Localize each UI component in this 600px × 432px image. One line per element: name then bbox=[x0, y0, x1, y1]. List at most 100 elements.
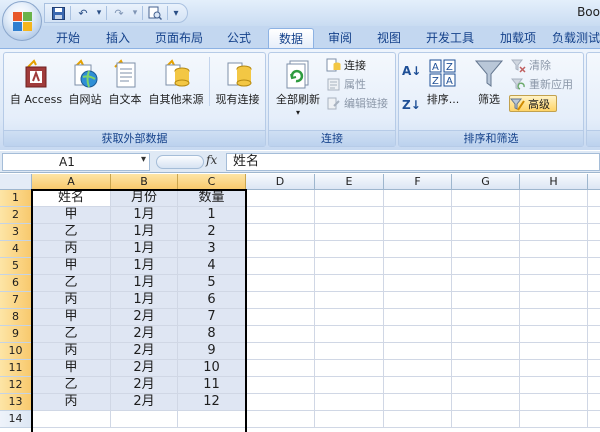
cell-A5[interactable]: 甲 bbox=[32, 258, 111, 275]
cell-C8[interactable]: 7 bbox=[178, 309, 246, 326]
cell-E11[interactable] bbox=[315, 360, 384, 377]
cell-col12[interactable] bbox=[588, 377, 600, 394]
cell-G5[interactable] bbox=[452, 258, 520, 275]
cell-C10[interactable]: 9 bbox=[178, 343, 246, 360]
cell-col4[interactable] bbox=[588, 241, 600, 258]
cell-C14[interactable] bbox=[178, 411, 246, 428]
cell-E10[interactable] bbox=[315, 343, 384, 360]
refresh-all-button[interactable]: 全部刷新 ▾ bbox=[272, 57, 324, 119]
cell-col5[interactable] bbox=[588, 258, 600, 275]
tab-home[interactable]: 开始 bbox=[46, 28, 90, 48]
cell-F2[interactable] bbox=[384, 207, 452, 224]
cell-H12[interactable] bbox=[520, 377, 588, 394]
cell-C2[interactable]: 1 bbox=[178, 207, 246, 224]
cell-E14[interactable] bbox=[315, 411, 384, 428]
undo-icon[interactable]: ↶ bbox=[74, 5, 92, 21]
cell-col3[interactable] bbox=[588, 224, 600, 241]
cell-D6[interactable] bbox=[246, 275, 315, 292]
cell-B8[interactable]: 2月 bbox=[111, 309, 178, 326]
insert-function-icon[interactable]: fx bbox=[206, 153, 217, 167]
sort-button[interactable]: AZZA 排序... bbox=[425, 57, 461, 106]
name-box[interactable]: A1 ▾ bbox=[2, 153, 150, 171]
cell-C4[interactable]: 3 bbox=[178, 241, 246, 258]
cell-B1[interactable]: 月份 bbox=[111, 190, 178, 207]
cell-A14[interactable] bbox=[32, 411, 111, 428]
cell-G1[interactable] bbox=[452, 190, 520, 207]
cell-H14[interactable] bbox=[520, 411, 588, 428]
cell-F10[interactable] bbox=[384, 343, 452, 360]
cell-E7[interactable] bbox=[315, 292, 384, 309]
cell-col10[interactable] bbox=[588, 343, 600, 360]
cell-E5[interactable] bbox=[315, 258, 384, 275]
column-header[interactable]: F bbox=[384, 174, 452, 190]
tab-review[interactable]: 审阅 bbox=[318, 28, 362, 48]
cell-B10[interactable]: 2月 bbox=[111, 343, 178, 360]
cell-G9[interactable] bbox=[452, 326, 520, 343]
column-header[interactable]: A bbox=[32, 174, 111, 190]
cell-C12[interactable]: 11 bbox=[178, 377, 246, 394]
from-web-button[interactable]: 自网站 bbox=[65, 57, 105, 106]
cell-C11[interactable]: 10 bbox=[178, 360, 246, 377]
column-header[interactable]: D bbox=[246, 174, 315, 190]
redo-icon[interactable]: ↷ bbox=[110, 5, 128, 21]
cell-C5[interactable]: 4 bbox=[178, 258, 246, 275]
cell-C1[interactable]: 数量 bbox=[178, 190, 246, 207]
row-header[interactable]: 8 bbox=[0, 309, 32, 326]
cell-C3[interactable]: 2 bbox=[178, 224, 246, 241]
cell-F12[interactable] bbox=[384, 377, 452, 394]
cell-G10[interactable] bbox=[452, 343, 520, 360]
tab-load-test[interactable]: 负载测试 bbox=[552, 28, 600, 48]
clear-button[interactable]: 清除 bbox=[511, 57, 551, 74]
properties-button[interactable]: 属性 bbox=[326, 76, 366, 93]
existing-connections-button[interactable]: 现有连接 bbox=[209, 57, 265, 106]
row-header[interactable]: 11 bbox=[0, 360, 32, 377]
tab-developer[interactable]: 开发工具 bbox=[418, 28, 482, 48]
cell-D9[interactable] bbox=[246, 326, 315, 343]
cell-B3[interactable]: 1月 bbox=[111, 224, 178, 241]
cell-A12[interactable]: 乙 bbox=[32, 377, 111, 394]
cell-B11[interactable]: 2月 bbox=[111, 360, 178, 377]
cell-G12[interactable] bbox=[452, 377, 520, 394]
cell-A13[interactable]: 丙 bbox=[32, 394, 111, 411]
cell-C7[interactable]: 6 bbox=[178, 292, 246, 309]
cell-F13[interactable] bbox=[384, 394, 452, 411]
cell-col14[interactable] bbox=[588, 411, 600, 428]
sort-descending-button[interactable]: Z↓ bbox=[402, 97, 421, 114]
cell-G3[interactable] bbox=[452, 224, 520, 241]
cell-E2[interactable] bbox=[315, 207, 384, 224]
cell-C9[interactable]: 8 bbox=[178, 326, 246, 343]
cell-E3[interactable] bbox=[315, 224, 384, 241]
cell-B9[interactable]: 2月 bbox=[111, 326, 178, 343]
cell-A6[interactable]: 乙 bbox=[32, 275, 111, 292]
cell-B7[interactable]: 1月 bbox=[111, 292, 178, 309]
from-text-button[interactable]: 自文本 bbox=[105, 57, 145, 106]
cell-H10[interactable] bbox=[520, 343, 588, 360]
cell-E13[interactable] bbox=[315, 394, 384, 411]
cell-col1[interactable] bbox=[588, 190, 600, 207]
column-header[interactable]: C bbox=[178, 174, 246, 190]
tab-insert[interactable]: 插入 bbox=[96, 28, 140, 48]
cell-A4[interactable]: 丙 bbox=[32, 241, 111, 258]
cell-A1[interactable]: 姓名 bbox=[32, 190, 111, 207]
cell-F8[interactable] bbox=[384, 309, 452, 326]
cell-C13[interactable]: 12 bbox=[178, 394, 246, 411]
cell-H13[interactable] bbox=[520, 394, 588, 411]
column-header[interactable]: B bbox=[111, 174, 178, 190]
column-header[interactable]: G bbox=[452, 174, 520, 190]
cell-H2[interactable] bbox=[520, 207, 588, 224]
cell-F5[interactable] bbox=[384, 258, 452, 275]
row-header[interactable]: 2 bbox=[0, 207, 32, 224]
cell-C6[interactable]: 5 bbox=[178, 275, 246, 292]
cell-F14[interactable] bbox=[384, 411, 452, 428]
row-header[interactable]: 13 bbox=[0, 394, 32, 411]
edit-links-button[interactable]: 编辑链接 bbox=[326, 95, 388, 112]
cell-A11[interactable]: 甲 bbox=[32, 360, 111, 377]
cell-F7[interactable] bbox=[384, 292, 452, 309]
cell-H5[interactable] bbox=[520, 258, 588, 275]
undo-dropdown-icon[interactable]: ▾ bbox=[95, 5, 103, 21]
row-header[interactable]: 4 bbox=[0, 241, 32, 258]
cell-G14[interactable] bbox=[452, 411, 520, 428]
filter-button[interactable]: 筛选 bbox=[469, 57, 509, 106]
reapply-button[interactable]: 重新应用 bbox=[511, 76, 573, 93]
column-header[interactable]: H bbox=[520, 174, 588, 190]
